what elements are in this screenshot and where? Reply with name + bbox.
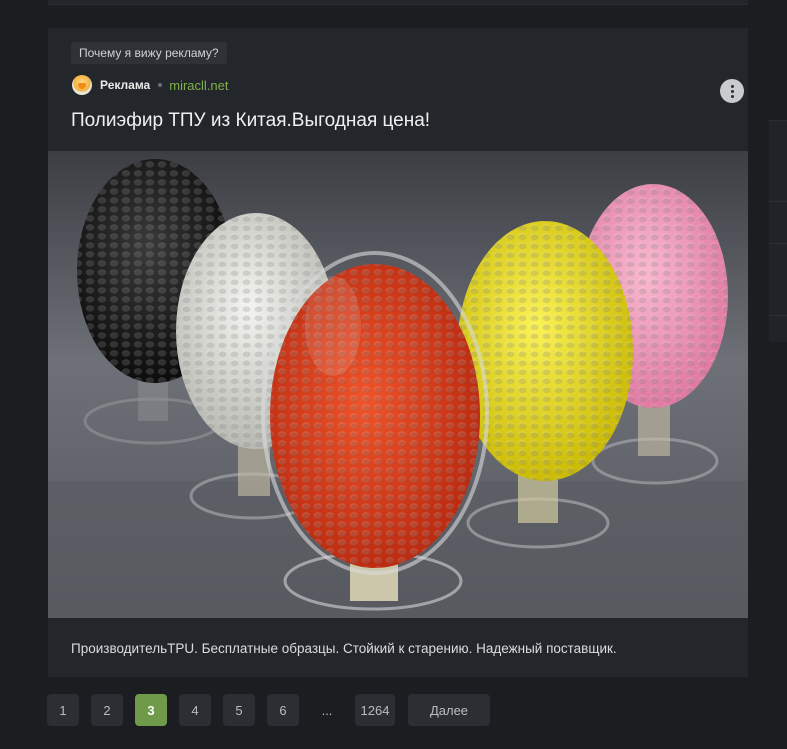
- sponsored-label: Реклама: [100, 78, 151, 92]
- ad-card: Почему я вижу рекламу? Реклама miracll.n…: [48, 28, 748, 677]
- kebab-vertical-icon: [730, 84, 734, 88]
- page-button-3-current[interactable]: 3: [135, 694, 167, 726]
- page-button-5[interactable]: 5: [223, 694, 255, 726]
- pagination-ellipsis: ...: [321, 702, 333, 718]
- page-button-last[interactable]: 1264: [355, 694, 395, 726]
- page-button-4[interactable]: 4: [179, 694, 211, 726]
- previous-card-edge: [48, 0, 748, 5]
- page-button-2[interactable]: 2: [91, 694, 123, 726]
- separator-dot: [158, 83, 163, 87]
- ad-title[interactable]: Полиэфир ТПУ из Китая.Выгодная цена!: [71, 110, 430, 132]
- advertiser-domain-link[interactable]: miracll.net: [169, 78, 228, 93]
- right-sidebar-edge: [769, 120, 787, 342]
- more-options-button[interactable]: [720, 79, 744, 103]
- why-ad-button[interactable]: Почему я вижу рекламу?: [71, 42, 227, 64]
- ad-image[interactable]: [48, 151, 748, 618]
- advertiser-avatar: [72, 75, 92, 95]
- ad-meta: Реклама miracll.net: [72, 75, 228, 95]
- ad-description: ПроизводительTPU. Бесплатные образцы. Ст…: [71, 641, 617, 656]
- page-button-1[interactable]: 1: [47, 694, 79, 726]
- page-button-6[interactable]: 6: [267, 694, 299, 726]
- next-page-button[interactable]: Далее: [408, 694, 490, 726]
